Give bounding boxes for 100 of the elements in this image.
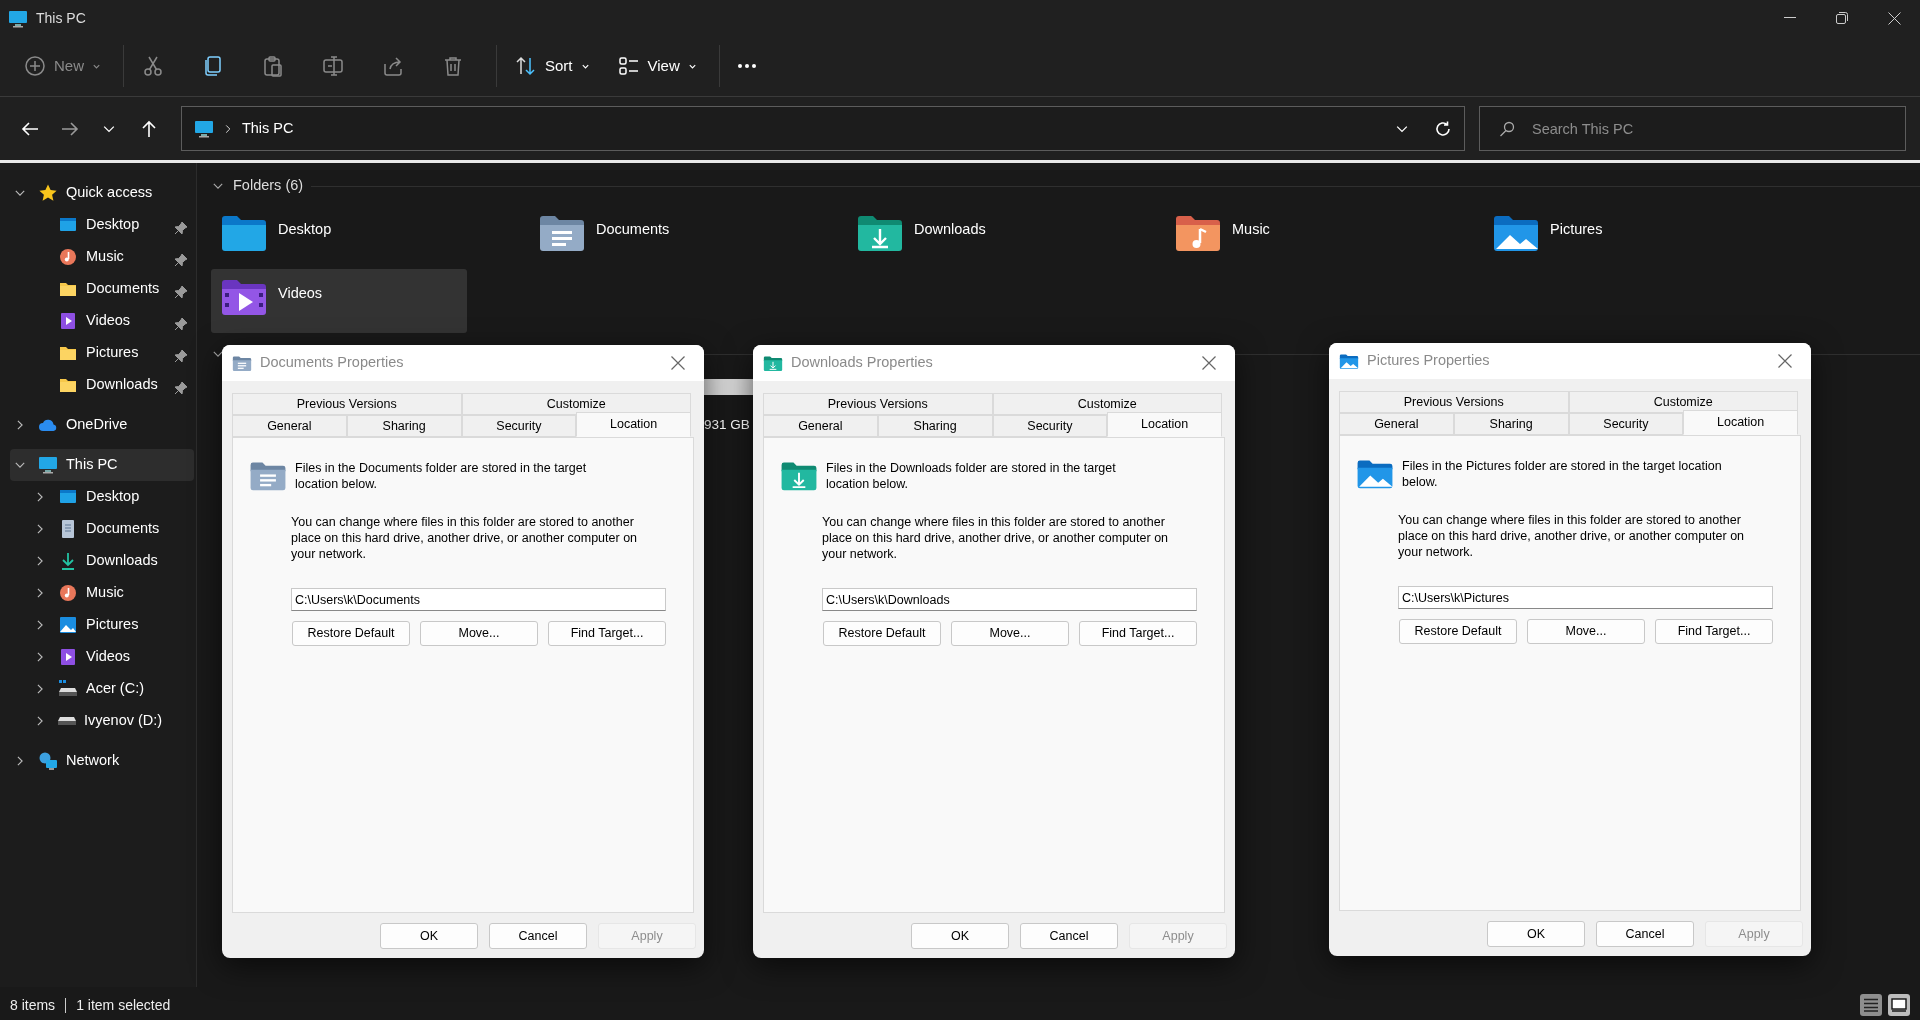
clipboard-icon [262,55,284,77]
sidebar-item[interactable]: Videos [10,305,194,337]
sidebar-item[interactable]: Downloads [10,545,194,577]
more-icon [737,64,756,68]
folder-tile[interactable]: Videos [211,269,467,333]
action-button[interactable]: Restore Default [823,621,941,646]
sidebar-item[interactable]: Acer (C:) [10,673,194,705]
action-button[interactable]: Restore Default [292,621,410,646]
dialog-title: Downloads Properties [791,353,933,373]
rename-icon [322,55,344,77]
view-button[interactable]: View [609,46,705,86]
dialog-tab[interactable]: Previous Versions [1339,391,1569,413]
close-icon [671,356,685,370]
music-icon [58,583,78,603]
address-location: This PC [241,118,294,138]
sort-button[interactable]: Sort [507,46,598,86]
drive-capacity: 931 GB [704,416,750,434]
dialog-tab[interactable]: Sharing [1453,413,1569,435]
dialog-tab[interactable]: Security [992,415,1108,437]
dialog-button[interactable]: OK [1487,921,1585,947]
monitor-icon [38,455,58,475]
tiles-view-button[interactable] [1888,994,1910,1016]
monitor-icon [8,8,28,29]
dialog-tab[interactable]: Security [1568,413,1684,435]
dialog-tab[interactable]: Previous Versions [763,393,993,415]
copy-icon [202,55,224,77]
dialog-tab[interactable]: Customize [992,393,1222,415]
minimize-icon [1784,17,1796,19]
dialog-tab[interactable]: Location [1107,412,1222,437]
sidebar-item[interactable]: Music [10,577,194,609]
restore-icon [1836,12,1848,24]
dialog-button[interactable]: Cancel [1020,923,1118,949]
sidebar-item[interactable]: This PC [10,449,194,481]
search-field[interactable]: Search This PC [1479,106,1906,151]
sidebar-item[interactable]: Quick access [10,177,194,209]
star-icon [38,183,58,203]
sidebar-item[interactable]: Downloads [10,369,194,401]
dialog-tab[interactable]: Sharing [877,415,993,437]
dialog-tab[interactable]: Security [461,415,577,437]
dialog-tab[interactable]: Location [1683,410,1798,435]
sidebar-item[interactable]: Ivyenov (D:) [10,705,194,737]
close-icon [1202,356,1216,370]
selection-count: 1 item selected [76,995,171,1015]
path-field[interactable]: C:\Users\k\Downloads [822,588,1197,611]
back-arrow-icon [20,119,39,138]
folder-icon [1174,213,1222,253]
folder-tile[interactable]: Documents [529,205,785,269]
dialog-button[interactable]: Cancel [1596,921,1694,947]
action-button[interactable]: Restore Default [1399,619,1517,644]
dialog-button[interactable]: OK [911,923,1009,949]
network-icon [38,751,58,771]
folder-tile[interactable]: Music [1165,205,1421,269]
folder-tile[interactable]: Downloads [847,205,1103,269]
action-button[interactable]: Move... [951,621,1069,646]
dialog-tab[interactable]: Customize [1568,391,1798,413]
folder-tile[interactable]: Pictures [1483,205,1739,269]
sidebar-item[interactable]: Pictures [10,609,194,641]
share-icon [382,55,404,77]
dialog-tab[interactable]: Customize [461,393,691,415]
folder-icon [780,460,818,492]
refresh-icon[interactable] [1434,119,1452,138]
info-text: Files in the Pictures folder are stored in the target location below. [1402,458,1723,490]
dialog-tab[interactable]: Previous Versions [232,393,462,415]
trash-icon [442,55,464,77]
address-bar[interactable]: This PC [180,106,1465,151]
dialog-tab[interactable]: General [763,415,878,437]
details-view-button[interactable] [1860,994,1882,1016]
folder-icon [856,213,904,253]
sidebar-item[interactable]: Network [10,745,194,777]
path-field[interactable]: C:\Users\k\Pictures [1398,586,1773,609]
action-button[interactable]: Find Target... [1079,621,1197,646]
dialog-title: Documents Properties [260,353,404,373]
sidebar-item[interactable]: Documents [10,273,194,305]
music-icon [58,247,78,267]
dialog-button[interactable]: Cancel [489,923,587,949]
dialog-button[interactable]: OK [380,923,478,949]
sidebar-item[interactable]: Desktop [10,481,194,513]
path-field[interactable]: C:\Users\k\Documents [291,588,666,611]
sidebar-item[interactable]: Documents [10,513,194,545]
sidebar-item[interactable]: OneDrive [10,409,194,441]
sidebar-item[interactable]: Desktop [10,209,194,241]
dialog-tab[interactable]: Sharing [346,415,462,437]
folder-tile[interactable]: Desktop [211,205,467,269]
folder-icon [763,354,783,372]
sidebar-item[interactable]: Music [10,241,194,273]
sidebar-item[interactable]: Pictures [10,337,194,369]
sidebar-item[interactable]: Videos [10,641,194,673]
folder-icon [1356,458,1394,490]
info-text: You can change where files in this folder are stored to another place on this hard drive, another drive, or another computer on your network. [291,514,639,562]
dialog-tab[interactable]: General [232,415,347,437]
action-button[interactable]: Find Target... [548,621,666,646]
sort-icon [515,55,537,77]
dialog-tab[interactable]: Location [576,412,691,437]
action-button[interactable]: Find Target... [1655,619,1773,644]
close-icon [1778,354,1792,368]
action-button[interactable]: Move... [420,621,538,646]
dialog-tab[interactable]: General [1339,413,1454,435]
folder-icon [220,277,268,317]
action-button[interactable]: Move... [1527,619,1645,644]
close-icon [1887,11,1901,25]
